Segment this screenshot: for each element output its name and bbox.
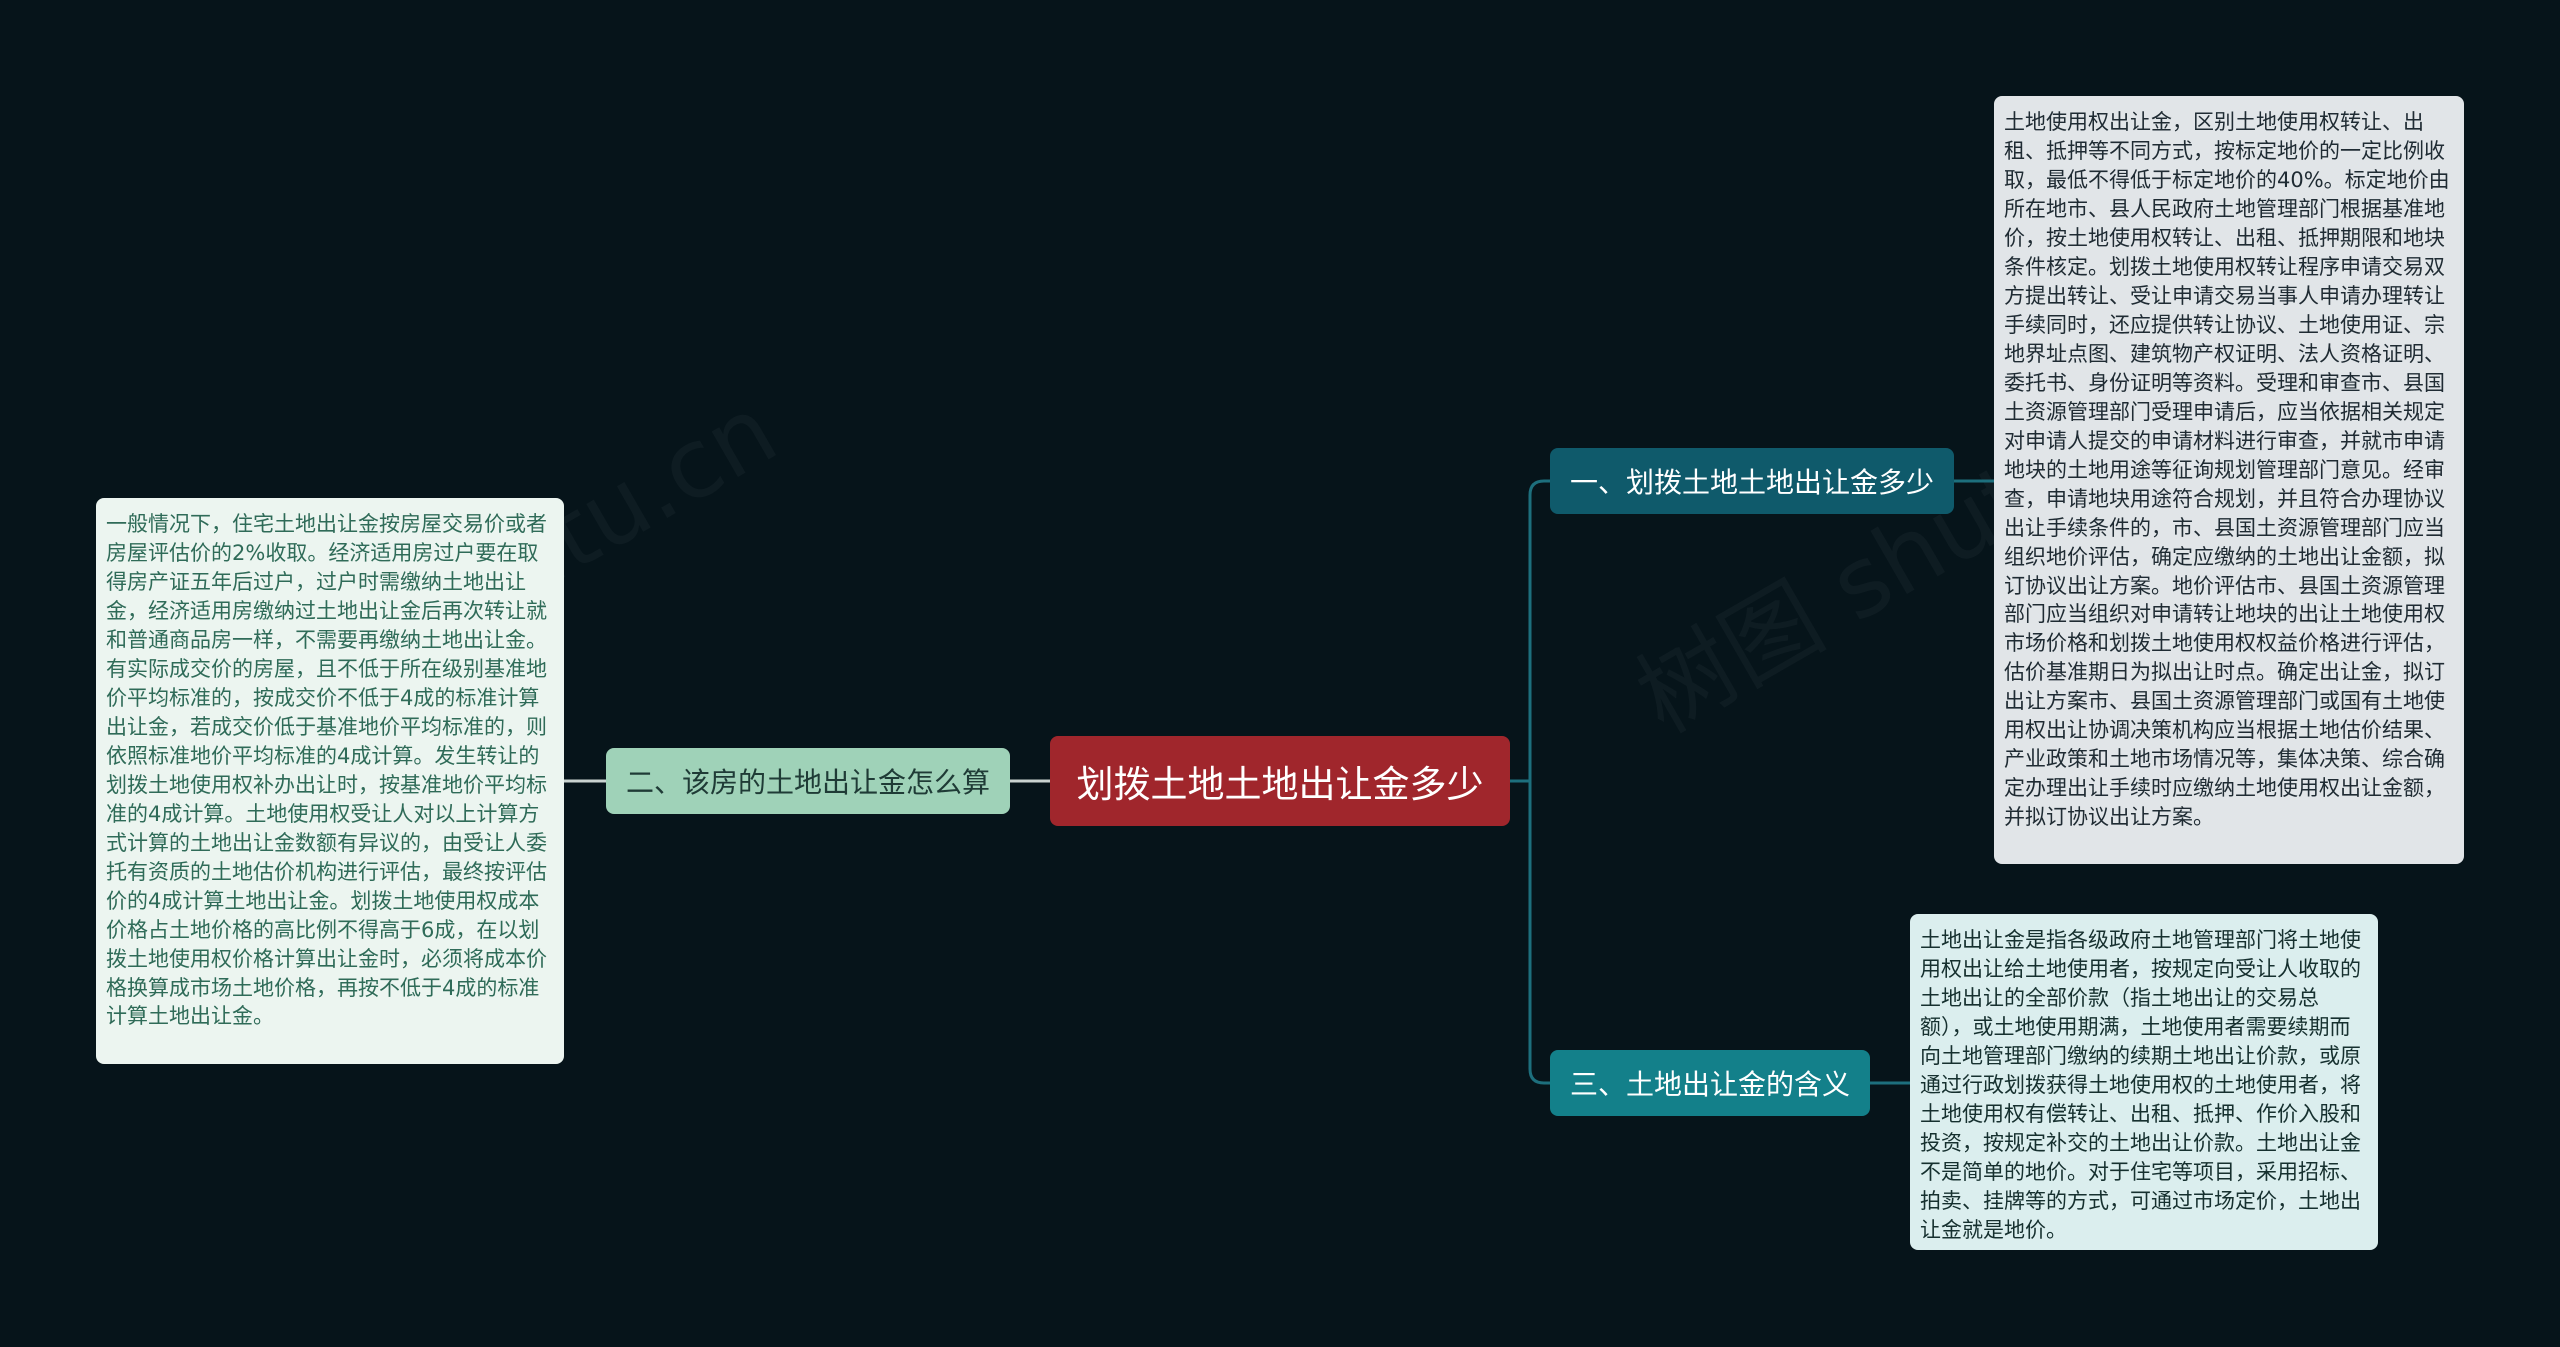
note-branch-3[interactable]: 土地出让金是指各级政府土地管理部门将土地使用权出让给土地使用者，按规定向受让人收… (1910, 914, 2378, 1250)
branch-topic-2-label: 二、该房的土地出让金怎么算 (625, 766, 990, 799)
root-topic-label: 划拨土地土地出让金多少 (1076, 763, 1484, 806)
connector-to-branch-3 (1528, 781, 1550, 1085)
branch-topic-3[interactable]: 三、土地出让金的含义 (1550, 1050, 1870, 1116)
branch-topic-1[interactable]: 一、划拨土地土地出让金多少 (1550, 448, 1954, 514)
note-branch-2[interactable]: 一般情况下，住宅土地出让金按房屋交易价或者房屋评估价的2%收取。经济适用房过户要… (96, 498, 564, 1064)
root-topic[interactable]: 划拨土地土地出让金多少 (1050, 736, 1510, 826)
connector-to-branch-1 (1528, 479, 1550, 781)
note-branch-1[interactable]: 土地使用权出让金，区别土地使用权转让、出租、抵押等不同方式，按标定地价的一定比例… (1994, 96, 2464, 864)
branch-topic-3-label: 三、土地出让金的含义 (1569, 1068, 1850, 1101)
branch-topic-2[interactable]: 二、该房的土地出让金怎么算 (606, 748, 1010, 814)
mindmap-canvas: shutu.cn 树图 shutu.cn 划拨土地土地出让金多少 一、划拨土地土… (0, 0, 2560, 1347)
branch-topic-1-label: 一、划拨土地土地出让金多少 (1569, 466, 1934, 499)
